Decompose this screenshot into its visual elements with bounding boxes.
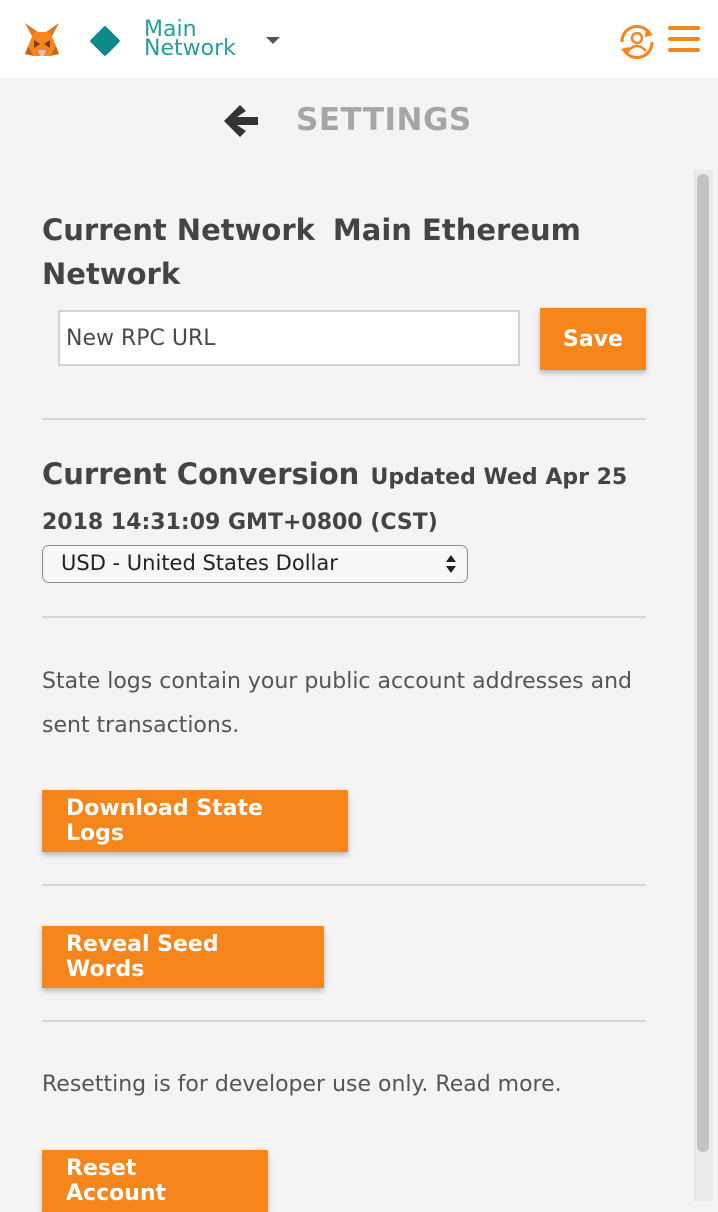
reveal-seed-words-button[interactable]: Reveal Seed Words <box>42 926 324 988</box>
app-header: Main Network <box>0 0 718 78</box>
network-name-line2: Network <box>144 36 236 61</box>
rpc-url-input[interactable] <box>58 310 520 366</box>
download-state-logs-button[interactable]: Download State Logs <box>42 790 348 852</box>
section-divider <box>42 884 646 886</box>
account-switch-icon[interactable] <box>616 22 658 62</box>
hamburger-menu-icon[interactable] <box>668 26 700 52</box>
current-conversion-heading: Current Conversion Updated Wed Apr 25 20… <box>42 452 642 546</box>
current-conversion-label: Current Conversion <box>42 457 360 491</box>
section-divider <box>42 418 646 420</box>
scrollbar-thumb[interactable] <box>697 174 709 1152</box>
network-diamond-icon[interactable] <box>89 25 121 57</box>
chevron-down-icon[interactable] <box>266 37 280 44</box>
back-arrow-icon[interactable] <box>220 100 262 142</box>
save-button[interactable]: Save <box>540 308 646 370</box>
metamask-fox-icon[interactable] <box>22 20 62 60</box>
current-network-label: Current Network <box>42 213 315 247</box>
reset-description: Resetting is for developer use only. Rea… <box>42 1072 562 1097</box>
network-selector[interactable]: Main Network <box>144 19 254 61</box>
currency-select-value: USD - United States Dollar <box>61 551 338 575</box>
current-network-heading: Current Network Main Ethereum Network <box>42 208 642 296</box>
reset-account-button[interactable]: Reset Account <box>42 1150 268 1212</box>
select-updown-icon <box>446 555 456 573</box>
section-divider <box>42 1020 646 1022</box>
currency-select[interactable]: USD - United States Dollar <box>42 545 468 583</box>
state-logs-description: State logs contain your public account a… <box>42 669 632 738</box>
page-title: SETTINGS <box>296 102 472 138</box>
section-divider <box>42 616 646 618</box>
